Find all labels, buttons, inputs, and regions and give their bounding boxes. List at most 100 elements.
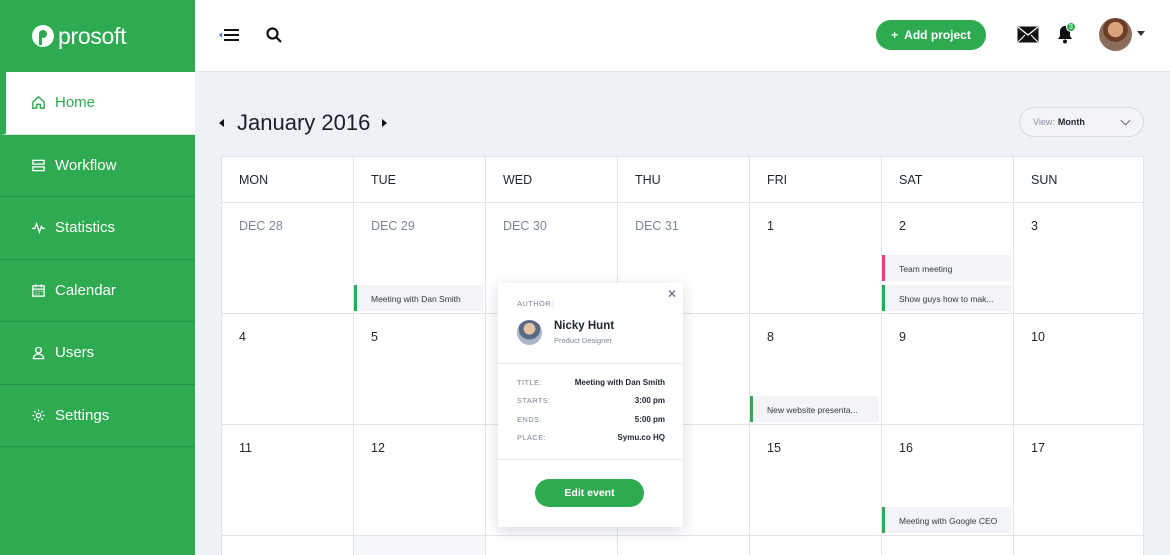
day-number: 12 [371,441,385,455]
close-icon[interactable]: ✕ [667,287,677,301]
day-cell[interactable]: 11 [222,425,354,536]
logo[interactable]: prosoft [0,0,195,72]
day-number: DEC 30 [503,219,547,233]
day-number: 4 [239,330,246,344]
add-project-label: Add project [904,28,971,42]
detail-label: PLACE: [517,433,547,442]
sidebar-item-label: Statistics [55,219,116,237]
edit-event-button[interactable]: Edit event [535,479,644,507]
day-cell[interactable]: 5 [354,314,486,425]
weekday-header: TUE [354,157,486,203]
day-cell[interactable] [354,536,486,555]
search-icon[interactable] [265,26,283,44]
day-cell[interactable] [222,536,354,555]
detail-label: ENDS: [517,415,542,424]
calendar-event[interactable]: Meeting with Google CEO [882,507,1011,533]
workflow-icon [31,158,46,173]
calendar-event[interactable]: New website presenta... [750,396,879,422]
day-number: 3 [1031,219,1038,233]
gear-icon [31,408,46,423]
menu-toggle-icon[interactable] [219,26,241,44]
calendar-icon [31,283,46,298]
calendar-event[interactable]: Show guys how to mak... [882,285,1011,311]
day-number: DEC 29 [371,219,415,233]
day-cell[interactable]: 10 [1014,314,1145,425]
previous-month-icon[interactable] [219,119,224,127]
detail-row-ends: ENDS: 5:00 pm [517,415,665,424]
chevron-down-icon[interactable] [1137,31,1145,36]
sidebar-item-workflow[interactable]: Workflow [0,135,195,197]
avatar[interactable] [1099,18,1132,51]
day-cell[interactable] [1014,536,1145,555]
day-cell[interactable]: 3 [1014,203,1145,314]
detail-label: STARTS: [517,396,551,405]
home-icon [31,95,46,110]
day-number: 17 [1031,441,1045,455]
detail-row-place: PLACE: Symu.co HQ [517,433,665,442]
chevron-down-icon [1120,115,1131,126]
calendar-title: January 2016 [237,110,371,135]
notification-badge: 3 [1066,22,1076,32]
statistics-icon [31,220,46,235]
detail-value: 5:00 pm [634,415,665,424]
detail-row-title: TITLE: Meeting with Dan Smith [517,378,665,387]
sidebar-item-label: Settings [55,406,110,424]
weekday-header: SUN [1014,157,1145,203]
detail-value: 3:00 pm [634,396,665,405]
author-name: Nicky Hunt [554,320,615,332]
day-cell[interactable]: 15 [750,425,882,536]
detail-label: TITLE: [517,378,542,387]
sidebar-item-calendar[interactable]: Calendar [0,260,195,322]
weekday-header: MON [222,157,354,203]
weekday-header: THU [618,157,750,203]
day-number: DEC 28 [239,219,283,233]
day-cell[interactable]: 1 [750,203,882,314]
brand-name: prosoft [58,22,127,49]
day-number: 8 [767,330,774,344]
day-cell[interactable]: 12 [354,425,486,536]
sidebar-item-settings[interactable]: Settings [0,385,195,447]
sidebar-item-statistics[interactable]: Statistics [0,197,195,260]
author-avatar [517,320,542,345]
sidebar-item-users[interactable]: Users [0,322,195,385]
weekday-header: FRI [750,157,882,203]
sidebar-item-label: Workflow [55,156,117,174]
day-cell[interactable] [750,536,882,555]
day-cell[interactable] [618,536,750,555]
day-number: 1 [767,219,774,233]
add-project-button[interactable]: + Add project [876,20,986,50]
day-cell[interactable]: 4 [222,314,354,425]
calendar-event[interactable]: Team meeting [882,255,1011,281]
user-icon [31,345,46,360]
weekday-header: WED [486,157,618,203]
detail-value: Meeting with Dan Smith [574,378,665,387]
day-number: 16 [899,441,913,455]
author-role: Product Designer [554,336,612,345]
day-number: 10 [1031,330,1045,344]
divider [498,363,683,364]
day-number: 15 [767,441,781,455]
view-select[interactable]: View: Month [1019,107,1144,137]
day-number: 9 [899,330,906,344]
sidebar-item-label: Home [55,94,96,112]
view-select-value: Month [1057,117,1085,127]
divider [498,459,683,460]
author-label: AUTHOR: [517,299,554,308]
day-cell[interactable]: 9 [882,314,1014,425]
mail-icon[interactable] [1017,26,1039,43]
sidebar-item-home[interactable]: Home [0,72,195,135]
sidebar: prosoft Home Workflow Statistics Calenda… [0,0,195,555]
detail-row-starts: STARTS: 3:00 pm [517,396,665,405]
day-number: 5 [371,330,378,344]
day-cell[interactable] [486,536,618,555]
day-number: 11 [239,441,252,455]
day-cell[interactable]: DEC 28 [222,203,354,314]
day-cell[interactable] [882,536,1014,555]
day-number: 2 [899,219,906,233]
day-cell[interactable]: 17 [1014,425,1145,536]
sidebar-item-label: Calendar [55,281,116,299]
next-month-icon[interactable] [382,119,387,127]
detail-value: Symu.co HQ [617,433,665,442]
calendar-event[interactable]: Meeting with Dan Smith [354,285,483,311]
sidebar-item-label: Users [55,344,95,362]
